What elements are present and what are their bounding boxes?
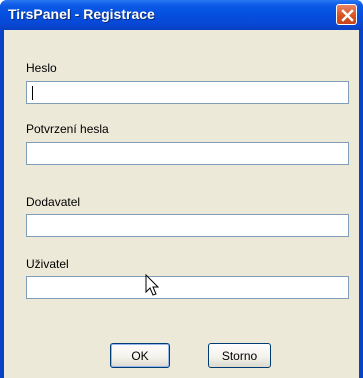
ok-button[interactable]: OK [110,343,170,368]
potvrzeni-hesla-label: Potvrzení hesla [26,122,109,136]
dialog-window: TirsPanel - Registrace Heslo Potvrzení h… [0,0,363,378]
uzivatel-label: Uživatel [26,257,69,271]
close-icon [341,9,354,22]
dialog-body: Heslo Potvrzení hesla Dodavatel Uživatel… [4,30,359,378]
storno-button[interactable]: Storno [208,343,271,368]
heslo-label: Heslo [26,61,57,75]
window-title: TirsPanel - Registrace [8,6,155,22]
dodavatel-label: Dodavatel [26,195,81,209]
close-button[interactable] [336,4,357,25]
text-caret [32,86,33,100]
uzivatel-field[interactable] [26,276,349,299]
dodavatel-field[interactable] [26,214,349,237]
potvrzeni-hesla-field[interactable] [26,142,349,165]
heslo-field[interactable] [26,81,349,104]
title-bar[interactable]: TirsPanel - Registrace [0,0,363,30]
mouse-pointer-icon [145,274,160,296]
